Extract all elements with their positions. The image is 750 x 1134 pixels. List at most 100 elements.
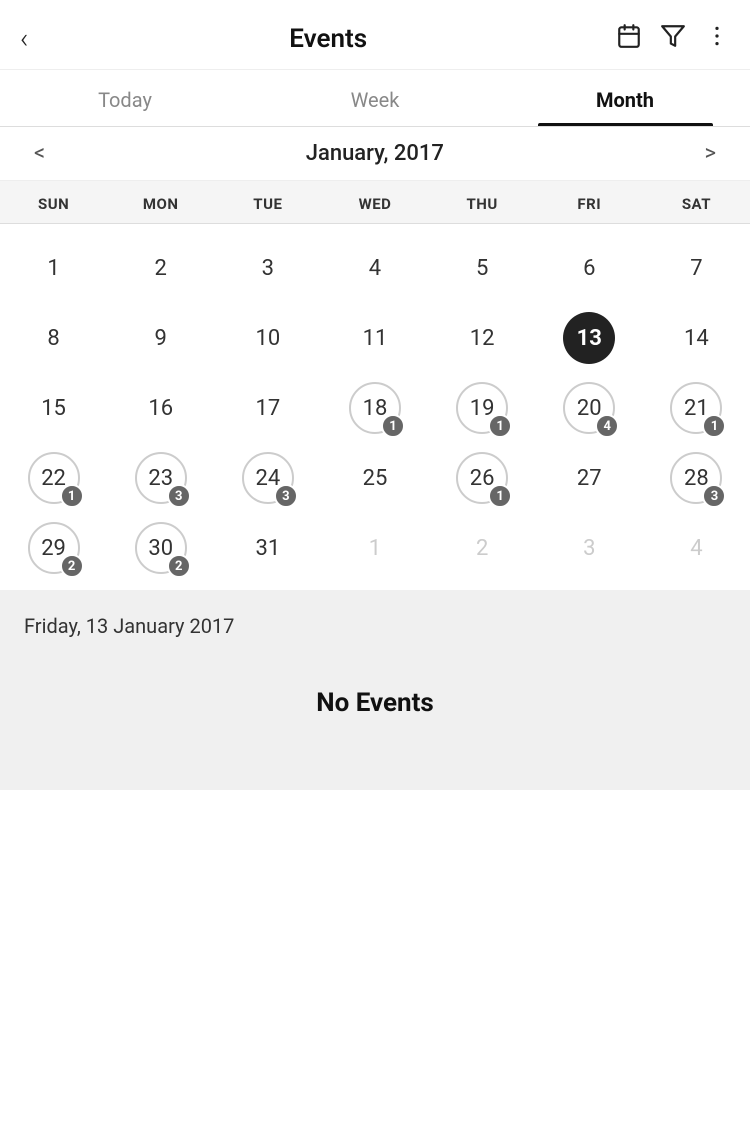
- day-cell[interactable]: 10: [214, 302, 321, 372]
- day-cell[interactable]: 31: [214, 512, 321, 582]
- day-number: 6: [563, 242, 615, 294]
- day-number: 181: [349, 382, 401, 434]
- tabs-bar: Today Week Month: [0, 70, 750, 127]
- day-number: 16: [135, 382, 187, 434]
- day-header-sat: SAT: [643, 181, 750, 223]
- day-number: 3: [563, 522, 615, 574]
- day-cell[interactable]: 302: [107, 512, 214, 582]
- tab-week[interactable]: Week: [250, 70, 500, 126]
- day-cell[interactable]: 221: [0, 442, 107, 512]
- day-number: 292: [28, 522, 80, 574]
- day-number: 3: [242, 242, 294, 294]
- day-header-wed: WED: [321, 181, 428, 223]
- day-header-tue: TUE: [214, 181, 321, 223]
- day-number: 4: [349, 242, 401, 294]
- day-header-thu: THU: [429, 181, 536, 223]
- day-cell[interactable]: 8: [0, 302, 107, 372]
- page-title: Events: [40, 24, 616, 54]
- day-cell[interactable]: 9: [107, 302, 214, 372]
- tab-month[interactable]: Month: [500, 70, 750, 126]
- month-navigation: < January, 2017 >: [0, 127, 750, 181]
- day-cell[interactable]: 191: [429, 372, 536, 442]
- event-badge: 2: [167, 554, 191, 578]
- day-cell[interactable]: 5: [429, 232, 536, 302]
- day-number: 10: [242, 312, 294, 364]
- filter-icon[interactable]: [660, 23, 686, 55]
- event-badge: 1: [488, 484, 512, 508]
- day-number: 221: [28, 452, 80, 504]
- day-number: 13: [563, 312, 615, 364]
- day-number: 15: [28, 382, 80, 434]
- day-number: 1: [28, 242, 80, 294]
- day-number: 12: [456, 312, 508, 364]
- day-cell[interactable]: 25: [321, 442, 428, 512]
- day-header-sun: SUN: [0, 181, 107, 223]
- day-cell[interactable]: 7: [643, 232, 750, 302]
- day-number: 4: [670, 522, 722, 574]
- event-badge: 1: [381, 414, 405, 438]
- day-headers: SUN MON TUE WED THU FRI SAT: [0, 181, 750, 224]
- day-number: 204: [563, 382, 615, 434]
- day-cell[interactable]: 3: [536, 512, 643, 582]
- event-badge: 3: [167, 484, 191, 508]
- day-cell[interactable]: 204: [536, 372, 643, 442]
- day-cell[interactable]: 233: [107, 442, 214, 512]
- prev-month-button[interactable]: <: [20, 137, 59, 170]
- event-badge: 1: [702, 414, 726, 438]
- day-cell[interactable]: 16: [107, 372, 214, 442]
- day-cell[interactable]: 3: [214, 232, 321, 302]
- event-badge: 3: [274, 484, 298, 508]
- day-cell[interactable]: 261: [429, 442, 536, 512]
- day-number: 302: [135, 522, 187, 574]
- day-number: 233: [135, 452, 187, 504]
- day-cell[interactable]: 2: [429, 512, 536, 582]
- day-cell[interactable]: 14: [643, 302, 750, 372]
- day-number: 7: [670, 242, 722, 294]
- calendar-icon[interactable]: [616, 23, 642, 55]
- day-header-mon: MON: [107, 181, 214, 223]
- day-cell[interactable]: 283: [643, 442, 750, 512]
- day-cell[interactable]: 4: [321, 232, 428, 302]
- day-cell[interactable]: 2: [107, 232, 214, 302]
- day-cell[interactable]: 1: [0, 232, 107, 302]
- day-header-fri: FRI: [536, 181, 643, 223]
- day-number: 14: [670, 312, 722, 364]
- day-number: 8: [28, 312, 80, 364]
- day-number: 11: [349, 312, 401, 364]
- day-number: 1: [349, 522, 401, 574]
- more-icon[interactable]: [704, 23, 730, 55]
- bottom-section: Friday, 13 January 2017 No Events: [0, 590, 750, 790]
- day-cell[interactable]: 17: [214, 372, 321, 442]
- day-number: 261: [456, 452, 508, 504]
- day-number: 17: [242, 382, 294, 434]
- next-month-button[interactable]: >: [690, 137, 730, 170]
- day-number: 9: [135, 312, 187, 364]
- month-title: January, 2017: [59, 141, 690, 166]
- back-button[interactable]: ‹: [20, 18, 40, 59]
- day-cell[interactable]: 11: [321, 302, 428, 372]
- event-badge: 3: [702, 484, 726, 508]
- day-number: 283: [670, 452, 722, 504]
- event-badge: 4: [595, 414, 619, 438]
- tab-today[interactable]: Today: [0, 70, 250, 126]
- no-events-label: No Events: [24, 668, 726, 718]
- day-number: 27: [563, 452, 615, 504]
- day-cell[interactable]: 12: [429, 302, 536, 372]
- day-number: 31: [242, 522, 294, 574]
- day-cell[interactable]: 1: [321, 512, 428, 582]
- header: ‹ Events: [0, 0, 750, 70]
- day-cell[interactable]: 4: [643, 512, 750, 582]
- day-cell[interactable]: 243: [214, 442, 321, 512]
- day-number: 2: [135, 242, 187, 294]
- day-number: 243: [242, 452, 294, 504]
- day-number: 2: [456, 522, 508, 574]
- day-cell[interactable]: 15: [0, 372, 107, 442]
- day-cell[interactable]: 292: [0, 512, 107, 582]
- day-cell[interactable]: 181: [321, 372, 428, 442]
- day-cell[interactable]: 27: [536, 442, 643, 512]
- day-cell[interactable]: 13: [536, 302, 643, 372]
- event-badge: 1: [60, 484, 84, 508]
- day-cell[interactable]: 6: [536, 232, 643, 302]
- day-cell[interactable]: 211: [643, 372, 750, 442]
- event-badge: 2: [60, 554, 84, 578]
